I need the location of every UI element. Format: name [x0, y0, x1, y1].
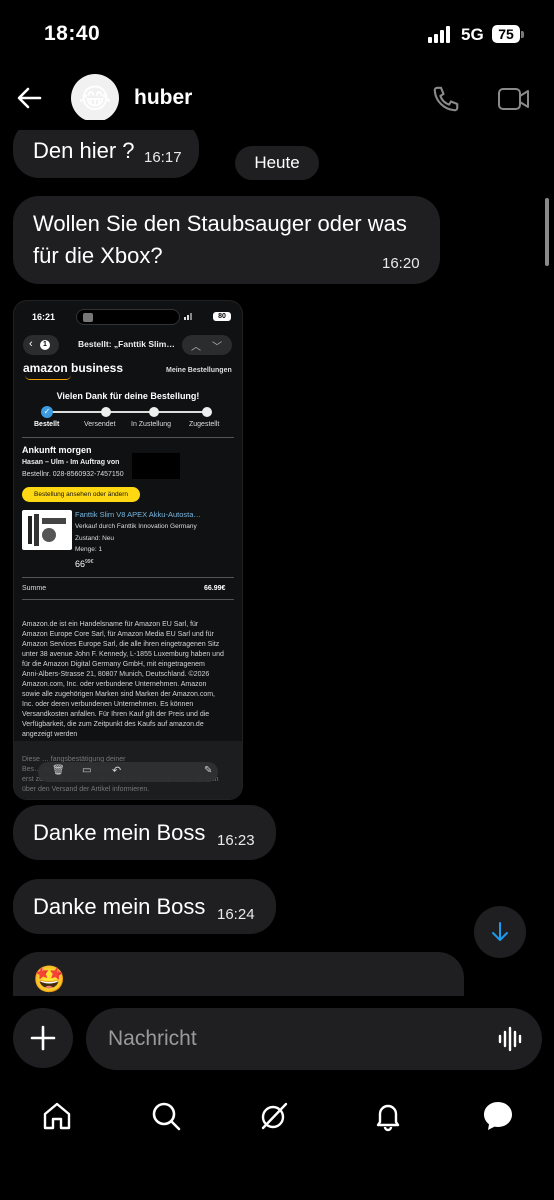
reply-icon: ↶: [112, 765, 122, 777]
inner-divider: [22, 577, 234, 578]
message-input-placeholder: Nachricht: [108, 1027, 197, 1050]
inner-back-pill: ‹ 1: [23, 335, 59, 355]
network-type: 5G: [461, 25, 484, 44]
battery-tip: [521, 31, 524, 38]
inner-legal-line: sowie alle zugehörigen Marken sind Marke…: [22, 691, 215, 698]
contact-name[interactable]: huber: [134, 86, 192, 110]
status-time: 18:40: [44, 22, 101, 45]
inner-recipient: Hasan – Ulm - Im Auftrag von: [22, 459, 120, 466]
inner-status-time: 16:21: [32, 312, 56, 322]
avatar[interactable]: 😂: [71, 74, 119, 122]
cellular-signal-icon: [428, 25, 450, 43]
inner-step-dot: [149, 407, 159, 417]
inner-price: 6699€: [75, 559, 93, 569]
message-text-line-2: für die Xbox?: [33, 243, 163, 268]
home-icon[interactable]: [41, 1100, 73, 1137]
inner-step-check-icon: ✓: [41, 406, 53, 418]
inner-thanks: Vielen Dank für deine Bestellung!: [56, 391, 200, 401]
inner-legal-line: Versandkosten anfallen. Für Ihren Kauf g…: [22, 711, 210, 718]
inner-signal-icon: [184, 312, 200, 320]
scroll-to-bottom-button[interactable]: [474, 906, 526, 958]
inner-my-orders: Meine Bestellungen: [166, 367, 232, 374]
inner-legal-line: Amazon Services Europe Sarl, die alle ih…: [22, 641, 220, 648]
message-bubble[interactable]: Danke mein Boss 16:24: [13, 879, 276, 934]
message-text-line-1: Wollen Sie den Staubsauger oder was: [33, 211, 407, 236]
inner-divider: [22, 599, 234, 600]
trash-icon: 🗑: [52, 765, 65, 776]
inner-price-main: 66: [75, 559, 86, 569]
inner-footer-line: über den Versand der Artikel informieren…: [22, 786, 150, 793]
shared-screenshot-image[interactable]: 16:21 80 ‹ 1 Bestellt: „Fanttik Slim… ︿ ﹀…: [13, 300, 243, 800]
inner-legal-line: Verfügbarkeit, die zum Zeitpunkt des Kau…: [22, 721, 204, 728]
inner-up-down-arrows: ︿ ﹀: [182, 335, 232, 355]
inner-legal-line: Amazon.com, Inc. oder verbundene Unterne…: [22, 681, 207, 688]
folder-icon: ▭: [82, 765, 92, 776]
inner-sum-label: Summe: [22, 585, 47, 592]
inner-legal-text: Amazon.de ist ein Handelsname für Amazon…: [22, 620, 238, 740]
inner-legal-line: Anni-Albers-Strasse 21, 80807 Munich, De…: [22, 671, 210, 678]
arrow-down-icon: [492, 922, 508, 941]
date-separator: Heute: [235, 146, 319, 180]
inner-product-title: Fanttik Slim V8 APEX Akku-Autosta…: [75, 510, 201, 519]
message-time: 16:24: [217, 906, 255, 923]
inner-step-label: Versendet: [84, 421, 116, 428]
inner-nav-title: Bestellt: „Fanttik Slim…: [78, 339, 175, 349]
message-time: 16:17: [144, 149, 182, 166]
inner-legal-line: unter 38 avenue John F. Kennedy, L-1855 …: [22, 651, 224, 658]
inner-condition: Zustand: Neu: [75, 535, 115, 542]
scrollbar-thumb[interactable]: [545, 198, 549, 266]
message-text: Danke mein Boss: [33, 894, 206, 919]
battery-icon: 75: [492, 25, 520, 43]
inner-view-order-button: Bestellung ansehen oder ändern: [22, 487, 140, 502]
messages-icon[interactable]: [481, 1099, 515, 1138]
phone-call-icon[interactable]: [431, 84, 461, 119]
inner-legal-line: für die Amazon Digital Germany GmbH, mit…: [22, 661, 205, 668]
inner-battery-icon: 80: [213, 312, 231, 321]
message-emoji: 🤩: [33, 964, 66, 994]
inner-product-image: [22, 510, 72, 550]
message-bubble[interactable]: Danke mein Boss 16:23: [13, 805, 276, 860]
inner-legal-line: Amazon Europe Core Sarl, für Amazon Medi…: [22, 631, 214, 638]
back-arrow-icon[interactable]: [16, 85, 42, 116]
inner-divider: [22, 437, 234, 438]
inner-arrival: Ankunft morgen: [22, 445, 92, 455]
inner-price-cents: 99€: [85, 559, 94, 565]
inner-step-label: In Zustellung: [131, 421, 172, 428]
inner-dynamic-island: [76, 309, 180, 325]
message-time: 16:23: [217, 832, 255, 849]
inner-seller: Verkauf durch Fanttik Innovation Germany: [75, 523, 197, 530]
inner-step-label: Zugestellt: [189, 421, 220, 428]
inner-brand: amazon business: [23, 361, 124, 375]
inner-badge: 1: [40, 340, 50, 350]
header-mask: [0, 120, 554, 130]
inner-sum-value: 66.99€: [204, 585, 226, 592]
message-text: Danke mein Boss: [33, 820, 206, 845]
inner-step-dot: [202, 407, 212, 417]
video-call-icon[interactable]: [497, 85, 531, 118]
notifications-bell-icon[interactable]: [372, 1100, 404, 1137]
inner-step-label: Bestellt: [34, 421, 60, 428]
redaction-block: [132, 453, 180, 479]
search-icon[interactable]: [150, 1100, 182, 1137]
add-attachment-button[interactable]: [13, 1008, 73, 1068]
inner-quantity: Menge: 1: [75, 546, 103, 553]
message-time: 16:20: [382, 255, 420, 272]
voice-message-icon[interactable]: [497, 1025, 525, 1058]
inner-step-dot: [101, 407, 111, 417]
inner-progress-track: [47, 411, 209, 413]
inner-legal-line: Amazon.de ist ein Handelsname für Amazon…: [22, 621, 199, 628]
amazon-smile-icon: [25, 375, 71, 380]
inner-legal-line: angezeigt werden: [22, 731, 78, 738]
inner-legal-line: Inc. oder deren verbundenen Unternehmen.…: [22, 701, 194, 708]
grok-icon[interactable]: [258, 1100, 290, 1137]
inner-toolbar: 🗑 ▭ ↶ ✎: [38, 762, 218, 782]
message-text: Den hier ?: [33, 138, 135, 163]
inner-order-number: Bestellnr. 028-8560932-7457150: [22, 471, 124, 478]
message-bubble[interactable]: Wollen Sie den Staubsauger oder was für …: [13, 196, 440, 284]
compose-icon: ✎: [204, 765, 213, 776]
plus-icon: [30, 1025, 56, 1051]
